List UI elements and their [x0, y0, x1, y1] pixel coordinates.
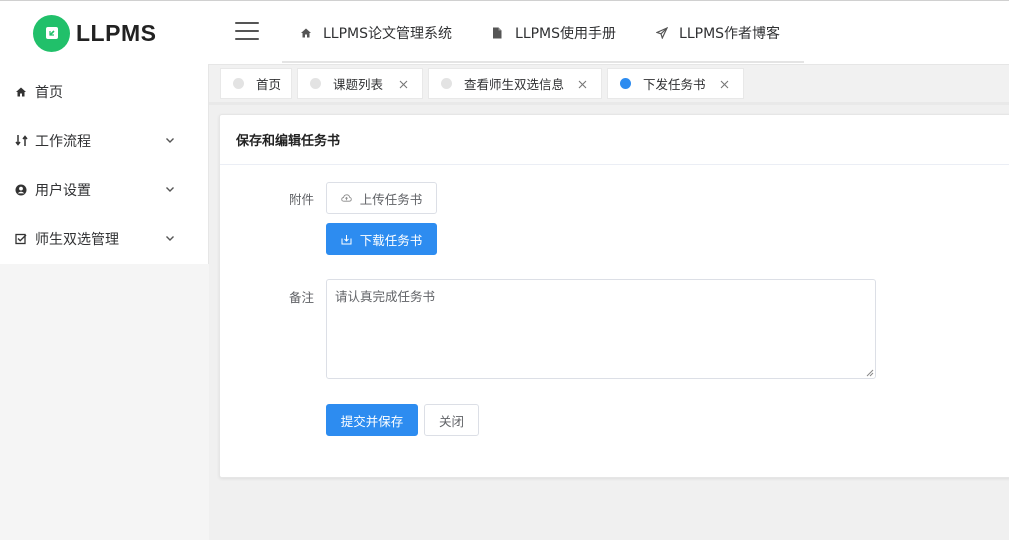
top-nav-system[interactable]: LLPMS论文管理系统: [300, 20, 452, 46]
card-title: 保存和编辑任务书: [236, 134, 341, 149]
home-icon: [14, 85, 28, 99]
tab-dot-icon: [233, 78, 244, 89]
sidebar-item-workflow[interactable]: 工作流程: [0, 116, 209, 165]
resize-handle-icon[interactable]: [865, 368, 874, 377]
user-circle-icon: [14, 183, 28, 197]
top-nav-label: LLPMS使用手册: [515, 26, 617, 42]
button-label: 提交并保存: [340, 413, 404, 429]
submit-save-button[interactable]: 提交并保存: [326, 404, 418, 436]
home-icon: [300, 27, 312, 39]
tab-label: 查看师生双选信息: [464, 77, 565, 92]
top-nav-label: LLPMS论文管理系统: [323, 26, 453, 42]
sidebar-menu: 首页 工作流程 用户设置 师生双选管理: [0, 67, 209, 263]
sidebar-item-mutual-selection[interactable]: 师生双选管理: [0, 214, 209, 263]
logo-icon: [33, 14, 70, 52]
window-top-border: [0, 0, 1009, 1]
header-underline: [282, 61, 804, 63]
checkbox-icon: [14, 232, 28, 246]
workflow-icon: [14, 134, 28, 148]
sidebar-item-label: 用户设置: [35, 182, 91, 199]
menu-toggle-icon[interactable]: [235, 22, 259, 40]
button-label: 上传任务书: [359, 191, 423, 207]
download-task-book-button[interactable]: 下载任务书: [326, 223, 437, 255]
tab-issue-task[interactable]: 下发任务书: [607, 68, 744, 99]
tab-label: 首页: [256, 77, 282, 92]
sidebar-empty-area: [0, 264, 209, 540]
sidebar-item-user-settings[interactable]: 用户设置: [0, 165, 209, 214]
card-header: 保存和编辑任务书: [220, 115, 1009, 165]
tab-home[interactable]: 首页: [220, 68, 292, 99]
button-label: 关闭: [438, 413, 464, 429]
sidebar-item-label: 师生双选管理: [35, 231, 119, 248]
attachment-label: 附件: [288, 192, 314, 207]
tab-dot-icon: [441, 78, 452, 89]
sidebar-item-label: 首页: [35, 84, 63, 101]
tab-label: 课题列表: [333, 77, 384, 92]
close-icon[interactable]: [399, 80, 408, 89]
top-nav-blog[interactable]: LLPMS作者博客: [656, 20, 780, 46]
cloud-upload-icon: [341, 193, 352, 204]
app-logo[interactable]: LLPMS: [33, 14, 156, 52]
remarks-textarea[interactable]: [326, 279, 876, 379]
close-icon[interactable]: [578, 80, 587, 89]
chevron-down-icon: [166, 138, 174, 143]
button-label: 下载任务书: [359, 232, 423, 248]
document-icon: [492, 27, 504, 39]
logo-text: LLPMS: [76, 19, 157, 46]
tab-label: 下发任务书: [643, 77, 706, 92]
remarks-label: 备注: [288, 290, 314, 305]
tab-mutual-selection-info[interactable]: 查看师生双选信息: [428, 68, 602, 99]
sidebar-item-home[interactable]: 首页: [0, 67, 209, 116]
tab-dot-icon: [620, 78, 631, 89]
tab-dot-icon: [310, 78, 321, 89]
close-button[interactable]: 关闭: [424, 404, 479, 436]
upload-task-book-button[interactable]: 上传任务书: [326, 182, 437, 214]
download-icon: [341, 234, 352, 245]
chevron-down-icon: [166, 187, 174, 192]
top-nav: LLPMS论文管理系统 LLPMS使用手册 LLPMS作者博客: [300, 20, 820, 46]
chevron-down-icon: [166, 236, 174, 241]
top-nav-manual[interactable]: LLPMS使用手册: [492, 20, 616, 46]
top-nav-label: LLPMS作者博客: [679, 26, 781, 42]
tab-topic-list[interactable]: 课题列表: [297, 68, 423, 99]
sidebar-item-label: 工作流程: [35, 133, 91, 150]
send-icon: [656, 27, 669, 39]
close-icon[interactable]: [720, 80, 729, 89]
